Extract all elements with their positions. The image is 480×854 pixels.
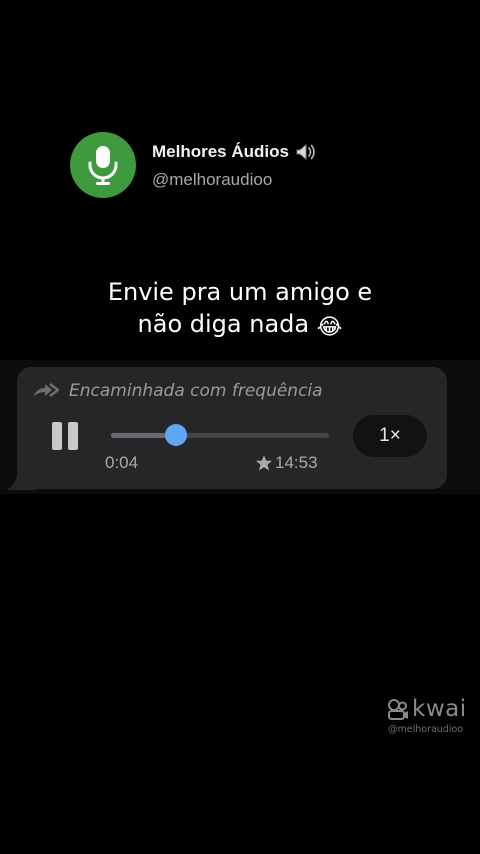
headline-line-1: Envie pra um amigo e: [107, 278, 373, 306]
kwai-watermark: kwai @melhoraudioo: [387, 696, 471, 735]
profile-handle[interactable]: @melhoraudioo: [152, 170, 317, 190]
kwai-logo-icon: [388, 699, 408, 720]
headline-caption: Envie pra um amigo e não diga nada 😂: [0, 276, 480, 344]
pause-button[interactable]: [51, 422, 81, 450]
pause-icon-bar-right: [68, 422, 78, 450]
playback-progress-track[interactable]: [111, 424, 329, 446]
headline-line-2-text: não diga nada: [137, 310, 310, 338]
headline-line-2: não diga nada 😂: [0, 308, 480, 344]
avatar[interactable]: [70, 132, 136, 198]
forwarded-indicator: Encaminhada com frequência: [33, 381, 323, 401]
forward-arrows-icon: [33, 383, 60, 397]
audio-message-bubble[interactable]: Encaminhada com frequência 0:04 14:53 1×: [17, 367, 447, 489]
pause-icon-bar-left: [52, 422, 62, 450]
profile-name[interactable]: Melhores Áudios: [152, 142, 289, 162]
playback-speed-button[interactable]: 1×: [353, 415, 427, 457]
watermark-handle: @melhoraudioo: [388, 724, 464, 735]
star-icon: [256, 455, 272, 471]
laughing-emoji-icon: 😂: [316, 315, 343, 340]
elapsed-time: 0:04: [105, 453, 139, 472]
speaker-icon: [296, 144, 315, 160]
total-duration: 14:53: [255, 453, 318, 473]
duration-text: 14:53: [275, 453, 318, 472]
playback-scrubber-knob[interactable]: [165, 424, 188, 446]
forwarded-label: Encaminhada com frequência: [69, 381, 323, 401]
watermark-brand: kwai: [412, 696, 467, 722]
microphone-icon: [88, 146, 118, 185]
profile-header: Melhores Áudios @melhoraudioo: [70, 132, 317, 198]
